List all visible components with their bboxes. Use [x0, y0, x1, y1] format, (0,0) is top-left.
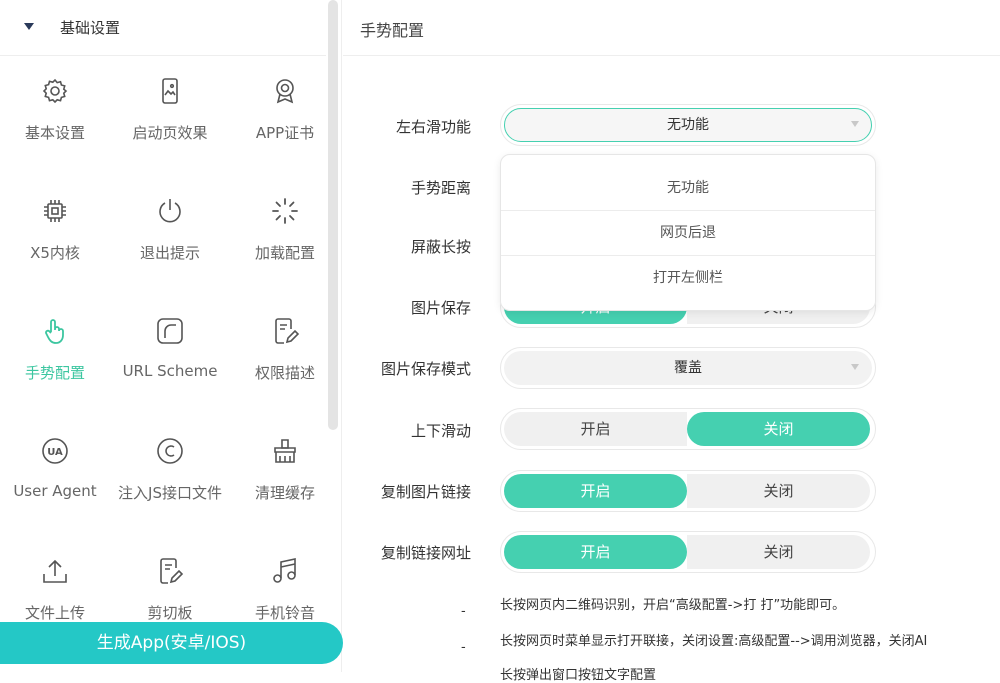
vertical-scroll-toggle[interactable]: 开启 关闭 [500, 408, 876, 450]
sidebar-item-label: APP证书 [255, 124, 315, 142]
sidebar-item-label: 基本设置 [24, 124, 85, 142]
copy-image-link-toggle[interactable]: 开启 关闭 [500, 470, 876, 512]
generate-app-button[interactable]: 生成App(安卓/IOS) [0, 622, 343, 664]
certificate-icon [270, 76, 300, 106]
main-panel: 手势配置 左右滑功能 无功能 手势距离 屏蔽长按 图片保存 开启 关闭 无功能 … [343, 0, 1000, 683]
copy-image-link-on-option[interactable]: 开启 [504, 474, 687, 508]
sidebar-item-label: URL Scheme [122, 362, 218, 380]
sidebar-item-label: 启动页效果 [132, 124, 208, 142]
clipboard-edit-icon [155, 556, 185, 586]
note-text: 长按网页时菜单显示打开联接，关闭设置:高级配置-->调用浏览器，关闭AI [500, 634, 928, 649]
phone-image-icon [155, 76, 185, 106]
sidebar-item-loading-config[interactable]: 加载配置 [230, 176, 340, 296]
chevron-down-icon [851, 121, 859, 127]
save-mode-select[interactable]: 覆盖 [500, 347, 876, 389]
broom-icon [270, 436, 300, 466]
note-dash: - [461, 640, 466, 655]
sidebar-item-gesture-config[interactable]: 手势配置 [0, 296, 110, 416]
sidebar-item-label: X5内核 [30, 244, 80, 262]
music-note-icon [270, 556, 300, 586]
chip-icon [40, 196, 70, 226]
loading-spinner-icon [270, 196, 300, 226]
block-longpress-label: 屏蔽长按 [410, 238, 471, 256]
ua-icon: UA [40, 436, 70, 466]
chevron-down-icon [851, 364, 859, 370]
dropdown-option-left-sidebar[interactable]: 打开左侧栏 [501, 256, 875, 300]
sidebar-item-label: 文件上传 [24, 604, 85, 622]
sidebar-item-label: 注入JS接口文件 [118, 484, 222, 502]
copy-image-link-off-option[interactable]: 关闭 [687, 474, 870, 508]
svg-text:UA: UA [47, 447, 63, 458]
hand-pointer-icon [40, 316, 70, 346]
sidebar-item-label: 加载配置 [254, 244, 315, 262]
copy-link-url-toggle[interactable]: 开启 关闭 [500, 531, 876, 573]
gear-icon [40, 76, 70, 106]
sidebar-section-title: 基础设置 [60, 19, 121, 37]
save-image-label: 图片保存 [410, 299, 471, 317]
sidebar: 基础设置 基本设置 启动页效果 APP证书 X5内核 退出提示 加载配置 手势配… [0, 0, 343, 672]
sidebar-item-permission-desc[interactable]: 权限描述 [230, 296, 340, 416]
copy-link-url-label: 复制链接网址 [380, 544, 471, 562]
sidebar-item-label: 退出提示 [139, 244, 200, 262]
caret-down-icon [24, 23, 34, 30]
swipe-lr-dropdown: 无功能 网页后退 打开左侧栏 [500, 154, 876, 311]
note-text: 长按弹出窗口按钮文字配置 [500, 668, 657, 683]
sidebar-item-basic-settings[interactable]: 基本设置 [0, 56, 110, 176]
dropdown-option-none[interactable]: 无功能 [501, 166, 875, 210]
sidebar-item-label: 剪切板 [147, 604, 193, 622]
sidebar-item-label: 手机铃音 [254, 604, 315, 622]
dropdown-option-back[interactable]: 网页后退 [501, 211, 875, 255]
vertical-scroll-on-option[interactable]: 开启 [504, 412, 687, 446]
copy-link-url-off-option[interactable]: 关闭 [687, 535, 870, 569]
upload-icon [40, 556, 70, 586]
sidebar-item-x5-kernel[interactable]: X5内核 [0, 176, 110, 296]
sidebar-item-label: 清理缓存 [254, 484, 315, 502]
copy-link-url-on-option[interactable]: 开启 [504, 535, 687, 569]
sidebar-item-clear-cache[interactable]: 清理缓存 [230, 416, 340, 536]
copy-image-link-label: 复制图片链接 [380, 483, 471, 501]
sidebar-item-label: User Agent [13, 482, 97, 500]
sidebar-item-splash[interactable]: 启动页效果 [115, 56, 225, 176]
edit-document-icon [270, 316, 300, 346]
sidebar-item-inject-js[interactable]: 注入JS接口文件 [115, 416, 225, 536]
sidebar-item-label: 手势配置 [24, 364, 85, 382]
vertical-scroll-label: 上下滑动 [410, 422, 471, 440]
vertical-scroll-off-option[interactable]: 关闭 [687, 412, 870, 446]
save-mode-label: 图片保存模式 [380, 360, 471, 378]
sidebar-item-label: 权限描述 [254, 364, 315, 382]
divider [343, 55, 1000, 56]
page-title: 手势配置 [360, 21, 425, 40]
sidebar-section-header[interactable]: 基础设置 [0, 0, 326, 56]
power-icon [155, 196, 185, 226]
swipe-lr-select[interactable]: 无功能 [500, 104, 876, 146]
copyright-icon [155, 436, 185, 466]
save-mode-selected-value: 覆盖 [504, 351, 872, 385]
note-dash: - [461, 604, 466, 619]
sidebar-item-url-scheme[interactable]: URL Scheme [115, 296, 225, 416]
gesture-distance-label: 手势距离 [410, 179, 471, 197]
sidebar-item-app-cert[interactable]: APP证书 [230, 56, 340, 176]
swipe-lr-label: 左右滑功能 [395, 118, 471, 136]
sidebar-item-user-agent[interactable]: UA User Agent [0, 416, 110, 536]
swipe-lr-selected-value: 无功能 [504, 108, 872, 142]
url-scheme-icon [155, 316, 185, 346]
sidebar-item-exit-tip[interactable]: 退出提示 [115, 176, 225, 296]
note-text: 长按网页内二维码识别，开启“高级配置->打 打”功能即可。 [500, 598, 846, 613]
